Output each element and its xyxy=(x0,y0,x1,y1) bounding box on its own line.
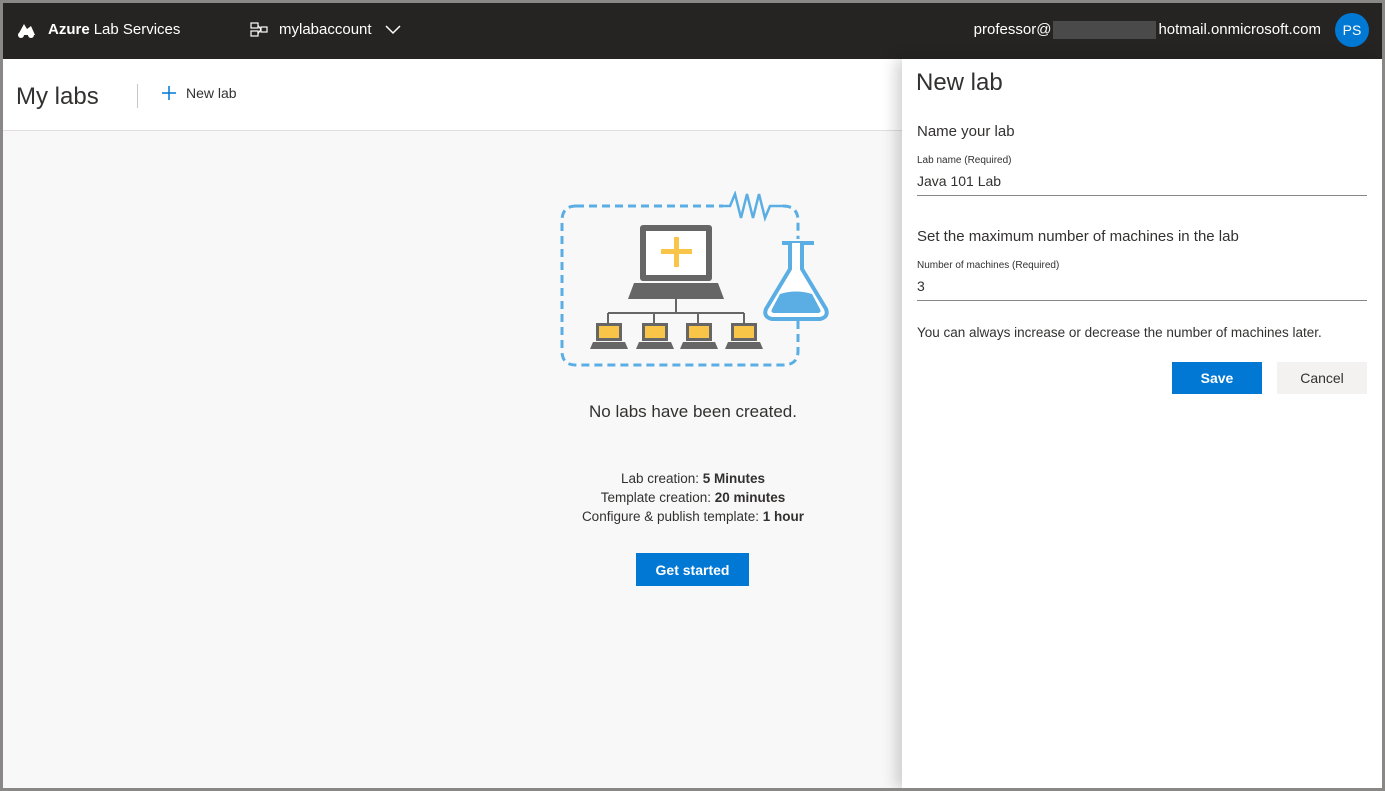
brand-name-bold: Azure xyxy=(48,21,90,38)
cancel-button[interactable]: Cancel xyxy=(1277,362,1367,394)
user-email-prefix: professor@ xyxy=(973,21,1052,38)
header-divider xyxy=(137,84,138,108)
brand-name-rest: Lab Services xyxy=(93,21,181,38)
page-header: My labs New lab xyxy=(3,59,902,131)
email-redaction xyxy=(1053,20,1157,39)
stat-value: 20 minutes xyxy=(714,490,786,505)
user-menu[interactable]: professor@ hotmail.onmicrosoft.com PS xyxy=(974,0,1369,59)
lab-name-input[interactable] xyxy=(917,170,1367,196)
machines-input[interactable] xyxy=(917,275,1367,301)
brand[interactable]: Azure Lab Services xyxy=(15,21,180,39)
new-lab-button[interactable]: New lab xyxy=(161,85,237,101)
plus-icon xyxy=(162,86,176,100)
top-bar: Azure Lab Services mylabaccount professo… xyxy=(0,0,1385,59)
panel-title: New lab xyxy=(916,69,1003,96)
stat-value: 5 Minutes xyxy=(702,471,766,486)
user-email-suffix: hotmail.onmicrosoft.com xyxy=(1158,21,1321,38)
new-lab-label: New lab xyxy=(186,85,237,101)
stat-configure-publish: Configure & publish template: 1 hour xyxy=(483,507,903,526)
empty-state-message: No labs have been created. xyxy=(589,402,797,421)
section-name-lab: Name your lab xyxy=(917,123,1015,140)
lab-account-icon xyxy=(250,21,268,37)
machines-hint: You can always increase or decrease the … xyxy=(917,325,1322,340)
account-selector[interactable]: mylabaccount xyxy=(250,0,401,59)
avatar[interactable]: PS xyxy=(1335,12,1369,47)
lab-name-label: Lab name (Required) xyxy=(917,155,1012,166)
stat-label: Template creation: xyxy=(600,490,715,505)
stat-value: 1 hour xyxy=(762,509,805,524)
time-estimates: Lab creation: 5 Minutes Template creatio… xyxy=(483,469,903,526)
main-content: No labs have been created. Lab creation:… xyxy=(3,131,902,788)
account-name: mylabaccount xyxy=(279,21,372,38)
azure-logo-icon xyxy=(18,23,35,38)
empty-labs-illustration-icon xyxy=(560,191,829,367)
stat-template-creation: Template creation: 20 minutes xyxy=(483,488,903,507)
stat-lab-creation: Lab creation: 5 Minutes xyxy=(483,469,903,488)
section-max-machines: Set the maximum number of machines in th… xyxy=(917,228,1239,245)
new-lab-panel: New lab Name your lab Lab name (Required… xyxy=(902,59,1383,788)
machines-label: Number of machines (Required) xyxy=(917,260,1060,271)
get-started-button[interactable]: Get started xyxy=(636,553,749,586)
stat-label: Configure & publish template: xyxy=(581,509,763,524)
page-title: My labs xyxy=(16,83,99,110)
save-button[interactable]: Save xyxy=(1172,362,1262,394)
stat-label: Lab creation: xyxy=(620,471,703,486)
chevron-down-icon xyxy=(385,24,401,34)
